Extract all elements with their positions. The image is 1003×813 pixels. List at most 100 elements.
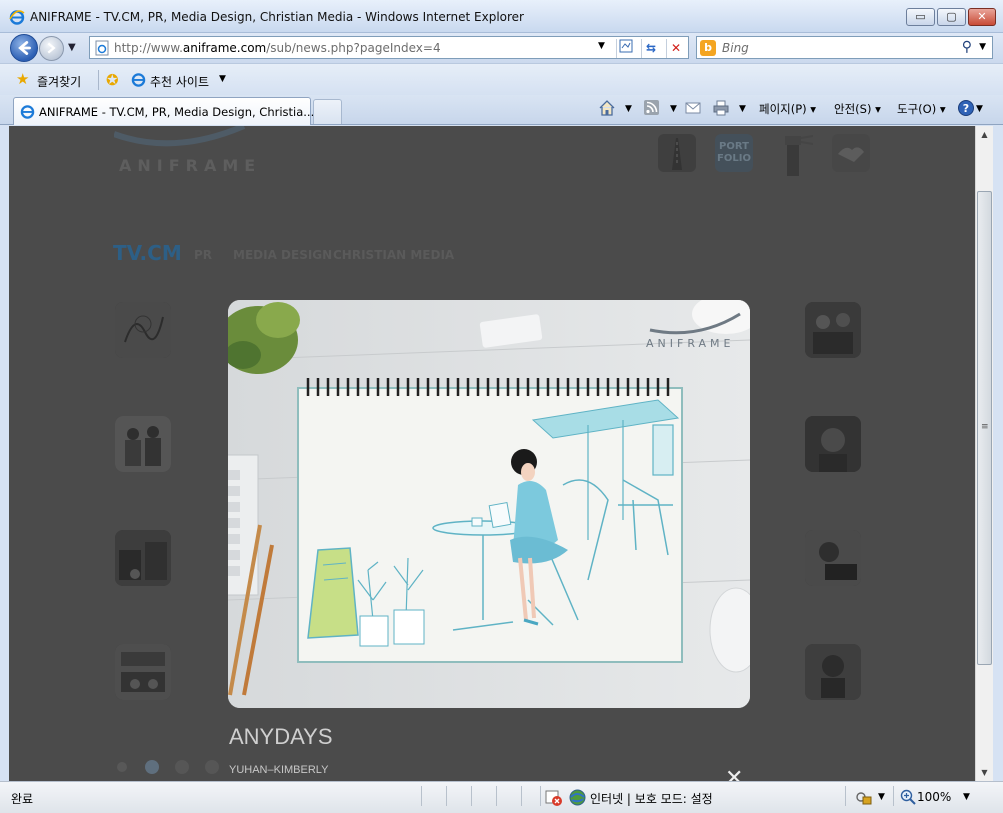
forward-arrow-icon	[47, 42, 56, 54]
close-icon: ✕	[977, 10, 987, 23]
forward-button[interactable]	[39, 36, 64, 61]
print-icon[interactable]	[712, 99, 730, 117]
portfolio-icon[interactable]: PORT FOLIO	[715, 134, 753, 172]
suggested-sites-dropdown-icon[interactable]: ▼	[219, 74, 226, 84]
lighthouse-icon[interactable]	[775, 134, 814, 176]
pager-dot-active[interactable]	[145, 760, 159, 774]
tools-menu-label: 도구(O)	[897, 102, 937, 116]
lighthouse-graphic-icon	[785, 135, 814, 176]
home-icon[interactable]	[598, 99, 616, 117]
home-dropdown-icon[interactable]: ▼	[625, 104, 632, 114]
road-icon[interactable]	[658, 134, 696, 172]
search-icon[interactable]: ⚲	[962, 39, 972, 55]
menu-media-design[interactable]: MEDIA DESIGN	[233, 248, 332, 262]
status-separator	[471, 786, 472, 806]
stop-icon[interactable]: ✕	[666, 39, 685, 58]
search-options-dropdown-icon[interactable]: ▼	[979, 42, 986, 52]
lightbox-close-icon[interactable]: ✕	[725, 766, 743, 781]
svg-text:?: ?	[963, 102, 969, 115]
vertical-scrollbar[interactable]: ▲ ≡ ▼	[975, 126, 993, 781]
menu-christian-media[interactable]: CHRISTIAN MEDIA	[333, 248, 454, 262]
scroll-down-icon[interactable]: ▼	[976, 764, 993, 781]
help-icon[interactable]: ?	[957, 99, 975, 117]
menu-tvcm[interactable]: TV.CM	[113, 241, 182, 265]
url-domain: aniframe.com	[182, 41, 267, 55]
url-text[interactable]: http://www.aniframe.com/sub/news.php?pag…	[114, 41, 441, 55]
protected-mode-icon[interactable]	[855, 789, 873, 807]
zoom-level[interactable]: 100%	[917, 790, 951, 804]
search-box[interactable]: b Bing ⚲ ▼	[696, 36, 993, 59]
window-titlebar[interactable]: ANIFRAME - TV.CM, PR, Media Design, Chri…	[0, 0, 1003, 33]
back-button[interactable]	[10, 34, 38, 62]
close-window-button[interactable]: ✕	[968, 8, 996, 26]
road-graphic-icon	[672, 138, 682, 170]
print-dropdown-icon[interactable]: ▼	[739, 104, 746, 114]
help-dropdown-icon[interactable]: ▼	[976, 104, 983, 114]
feeds-icon[interactable]	[643, 99, 661, 117]
popup-blocked-icon[interactable]	[545, 789, 563, 807]
tab-aniframe[interactable]: ANIFRAME - TV.CM, PR, Media Design, Chri…	[13, 97, 315, 125]
menu-pr[interactable]: PR	[194, 248, 212, 262]
maximize-button[interactable]: ▢	[937, 8, 966, 26]
pager-dot[interactable]	[175, 760, 189, 774]
scrollbar-grip-icon: ≡	[981, 422, 989, 432]
zoom-icon[interactable]	[900, 789, 916, 805]
refresh-icon[interactable]: ⇆	[641, 39, 660, 58]
thumbnail-people-image	[115, 416, 171, 472]
pager-dot[interactable]	[117, 762, 127, 772]
aniframe-logo-swoosh	[114, 126, 246, 147]
minimize-button[interactable]: ▭	[906, 8, 935, 26]
zoom-dropdown-icon[interactable]: ▼	[963, 792, 970, 802]
back-arrow-icon	[18, 41, 31, 55]
thumbnail-item[interactable]	[805, 416, 861, 472]
navigation-bar: ▼ http://www.aniframe.com/sub/news.php?p…	[0, 33, 1003, 63]
status-bar: 완료 인터넷 | 보호 모드: 설정 ▼ 100% ▼	[0, 781, 1003, 813]
compatibility-view-icon[interactable]	[616, 39, 635, 58]
add-to-favorites-icon[interactable]: ✪	[106, 71, 119, 89]
pager-dot[interactable]	[205, 760, 219, 774]
tools-menu[interactable]: 도구(O) ▾	[897, 101, 946, 117]
favorites-button[interactable]: 즐겨찾기	[37, 73, 81, 90]
ie-logo-icon	[9, 10, 25, 25]
url-path: /sub/news.php?pageIndex=4	[266, 41, 441, 55]
status-separator	[893, 786, 894, 806]
feeds-dropdown-icon[interactable]: ▼	[670, 104, 677, 114]
favorites-star-icon[interactable]: ★	[16, 72, 29, 87]
scroll-up-icon[interactable]: ▲	[976, 126, 993, 143]
site-logo[interactable]: ANIFRAME	[119, 156, 261, 175]
thumbnail-item[interactable]	[115, 644, 171, 700]
new-tab-button[interactable]	[313, 99, 342, 124]
read-mail-icon[interactable]	[684, 99, 702, 117]
thumbnail-item[interactable]	[115, 530, 171, 586]
status-separator	[421, 786, 422, 806]
thumbnail-item[interactable]	[115, 416, 171, 472]
window-title: ANIFRAME - TV.CM, PR, Media Design, Chri…	[30, 10, 524, 24]
internet-zone-globe-icon	[569, 789, 586, 806]
safety-menu[interactable]: 안전(S) ▾	[834, 101, 881, 117]
thumbnail-item[interactable]	[805, 530, 861, 586]
suggested-sites-button[interactable]: 추천 사이트	[150, 73, 209, 90]
tab-title: ANIFRAME - TV.CM, PR, Media Design, Chri…	[39, 105, 315, 119]
security-zone-text[interactable]: 인터넷 | 보호 모드: 설정	[590, 790, 713, 807]
address-dropdown-icon[interactable]: ▼	[598, 41, 605, 51]
page-menu[interactable]: 페이지(P) ▾	[759, 101, 816, 117]
tab-ie-icon	[20, 105, 35, 119]
web-page-content: ANIFRAME PORT FOLIO TV.CM PR MEDIA DESIG…	[9, 126, 975, 781]
thumbnail-item[interactable]	[805, 302, 861, 358]
anydays-illustration: ANIFRAME	[228, 300, 750, 708]
thumbnail-item[interactable]	[805, 644, 861, 700]
address-bar[interactable]: http://www.aniframe.com/sub/news.php?pag…	[89, 36, 689, 59]
status-separator	[496, 786, 497, 806]
protected-mode-dropdown-icon[interactable]: ▼	[878, 792, 885, 802]
thumbnail-portrait-image	[805, 644, 861, 700]
thumbnail-sketch-image	[115, 302, 171, 358]
maximize-icon: ▢	[946, 10, 957, 23]
lightbox-image[interactable]: ANIFRAME	[228, 300, 750, 708]
search-input[interactable]: Bing	[722, 41, 749, 55]
thumbnail-item[interactable]	[115, 302, 171, 358]
minimize-icon: ▭	[915, 10, 926, 23]
lightbox-subtitle: YUHAN–KIMBERLY	[229, 764, 329, 776]
tab-bar: ANIFRAME - TV.CM, PR, Media Design, Chri…	[0, 95, 1003, 125]
handshake-icon[interactable]	[832, 134, 870, 172]
recent-pages-dropdown-icon[interactable]: ▼	[68, 42, 76, 53]
